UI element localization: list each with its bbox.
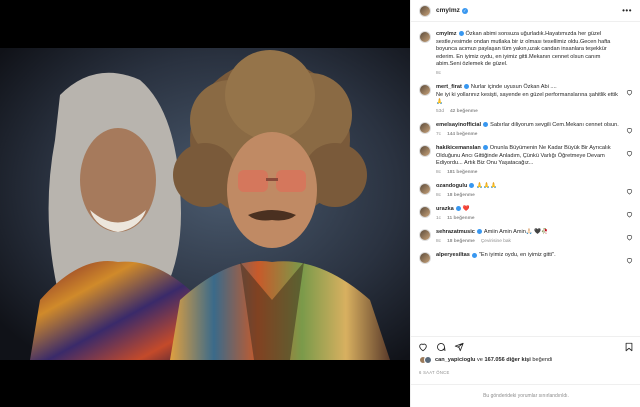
avatar[interactable] bbox=[419, 84, 431, 97]
avatar[interactable] bbox=[419, 229, 431, 242]
heart-icon[interactable] bbox=[626, 127, 633, 134]
comments-limited-notice: Bu gönderideki yorumlar sınırlandırıldı. bbox=[411, 384, 640, 407]
comment-time: 8c bbox=[436, 239, 442, 245]
comment-likes[interactable]: 18 beğenme bbox=[447, 193, 475, 198]
heart-icon[interactable] bbox=[626, 234, 633, 241]
likes-suffix: beğendi bbox=[532, 357, 553, 363]
comment-time: 8c bbox=[436, 192, 442, 198]
verified-badge-icon bbox=[458, 31, 464, 37]
comment-time: 1c bbox=[436, 216, 442, 221]
avatar[interactable] bbox=[419, 4, 431, 17]
avatar bbox=[424, 356, 432, 364]
verified-badge-icon bbox=[455, 206, 461, 212]
comment-username[interactable]: emelsayinofficial bbox=[436, 122, 481, 128]
comment-likes[interactable]: 18 beğenme bbox=[447, 239, 475, 244]
comment-time: 7c bbox=[436, 131, 442, 137]
likes-summary: can_yapicioglu ve 167.056 diğer kişi beğ… bbox=[419, 356, 552, 364]
more-horizontal-icon[interactable]: ••• bbox=[622, 6, 632, 15]
post-image[interactable] bbox=[0, 0, 410, 407]
comment-likes[interactable]: 181 beğenme bbox=[447, 170, 477, 175]
verified-badge-icon bbox=[482, 145, 488, 151]
comment-time: 8c bbox=[436, 169, 442, 175]
liker-username[interactable]: can_yapicioglu bbox=[435, 357, 475, 363]
verified-badge-icon bbox=[463, 84, 469, 90]
list-item: alperyesiltas "En iyimiz oydu, en iyimiz … bbox=[419, 252, 635, 265]
list-item: emelsayinofficial Sabırlar diliyorum sevg… bbox=[419, 122, 635, 138]
post-header: cmylmz ✓ ••• bbox=[411, 0, 640, 22]
avatar[interactable] bbox=[419, 206, 431, 219]
photo-illustration bbox=[0, 0, 410, 407]
caption-time: 8c bbox=[436, 70, 442, 76]
comment-username[interactable]: urazka bbox=[436, 206, 454, 212]
verified-badge-icon bbox=[469, 183, 475, 189]
avatar[interactable] bbox=[419, 252, 431, 265]
comment-username[interactable]: mert_firat bbox=[436, 84, 462, 90]
verified-badge-icon: ✓ bbox=[461, 7, 468, 14]
verified-badge-icon bbox=[483, 122, 489, 128]
comment-text: ❤️ bbox=[462, 206, 470, 213]
avatar[interactable] bbox=[419, 31, 431, 43]
comment-text: Sabırlar diliyorum sevgili Cem.Mekanı ce… bbox=[490, 122, 619, 129]
see-translation-link[interactable]: Çevirisine bak bbox=[481, 239, 511, 244]
post-sidebar: cmylmz ✓ ••• cmylmz Özkan abimi sonsuza u… bbox=[410, 0, 640, 407]
caption: cmylmz Özkan abimi sonsuza uğurladık.Haya… bbox=[419, 31, 635, 77]
heart-icon[interactable] bbox=[626, 188, 633, 195]
heart-icon[interactable] bbox=[626, 211, 633, 218]
share-icon[interactable] bbox=[454, 342, 464, 352]
instagram-post-modal: cmylmz ✓ ••• cmylmz Özkan abimi sonsuza u… bbox=[0, 0, 640, 407]
caption-username[interactable]: cmylmz bbox=[436, 31, 457, 37]
heart-icon[interactable] bbox=[626, 89, 633, 96]
comment-username[interactable]: hakikicemanslan bbox=[436, 145, 481, 151]
comment-likes[interactable]: 42 beğenme bbox=[450, 109, 478, 114]
comment-icon[interactable] bbox=[436, 342, 446, 352]
caption-text: Özkan abimi sonsuza uğurladık.Hayatımızd… bbox=[436, 31, 611, 68]
comment-time: 53d bbox=[436, 108, 445, 114]
list-item: hakikicemanslan Onunla Büyümenin Ne Kadar… bbox=[419, 145, 635, 176]
bookmark-icon[interactable] bbox=[624, 342, 634, 352]
comment-likes[interactable]: 11 beğenme bbox=[447, 216, 474, 221]
heart-icon[interactable] bbox=[626, 257, 633, 264]
comment-username[interactable]: ozandogulu bbox=[436, 183, 467, 189]
post-timestamp[interactable]: 6 SAAT ÖNCE bbox=[419, 370, 450, 375]
action-bar bbox=[411, 336, 640, 356]
list-item: ozandogulu 🙏🙏🙏 8c 18 beğenme bbox=[419, 183, 635, 199]
comment-text: Amiin Amin Amin🙏🏻 🖤🥀 bbox=[483, 229, 549, 236]
verified-badge-icon bbox=[471, 252, 477, 258]
list-item: urazka ❤️ 1c 11 beğenme bbox=[419, 206, 635, 222]
comment-text: "En iyimiz oydu, en iyimiz gitti". bbox=[478, 252, 556, 259]
verified-badge-icon bbox=[476, 229, 482, 235]
heart-icon[interactable] bbox=[626, 150, 633, 157]
header-username[interactable]: cmylmz bbox=[436, 7, 460, 14]
comment-username[interactable]: sehrazatmusic bbox=[436, 229, 475, 235]
avatar[interactable] bbox=[419, 145, 431, 158]
comments-list: cmylmz Özkan abimi sonsuza uğurladık.Haya… bbox=[411, 24, 640, 334]
comment-likes[interactable]: 144 beğenme bbox=[447, 132, 477, 137]
likes-connector: ve bbox=[476, 357, 483, 363]
avatar[interactable] bbox=[419, 183, 431, 196]
comment-text: 🙏🙏🙏 bbox=[476, 183, 498, 190]
comment-username[interactable]: alperyesiltas bbox=[436, 252, 470, 258]
likes-count[interactable]: 167.056 diğer kişi bbox=[484, 357, 530, 363]
avatar[interactable] bbox=[419, 122, 431, 135]
heart-icon[interactable] bbox=[418, 342, 428, 352]
list-item: sehrazatmusic Amiin Amin Amin🙏🏻 🖤🥀 8c 18 b… bbox=[419, 229, 635, 245]
list-item: mert_firat Nurlar içinde uyusun Özkan Abi… bbox=[419, 84, 635, 115]
